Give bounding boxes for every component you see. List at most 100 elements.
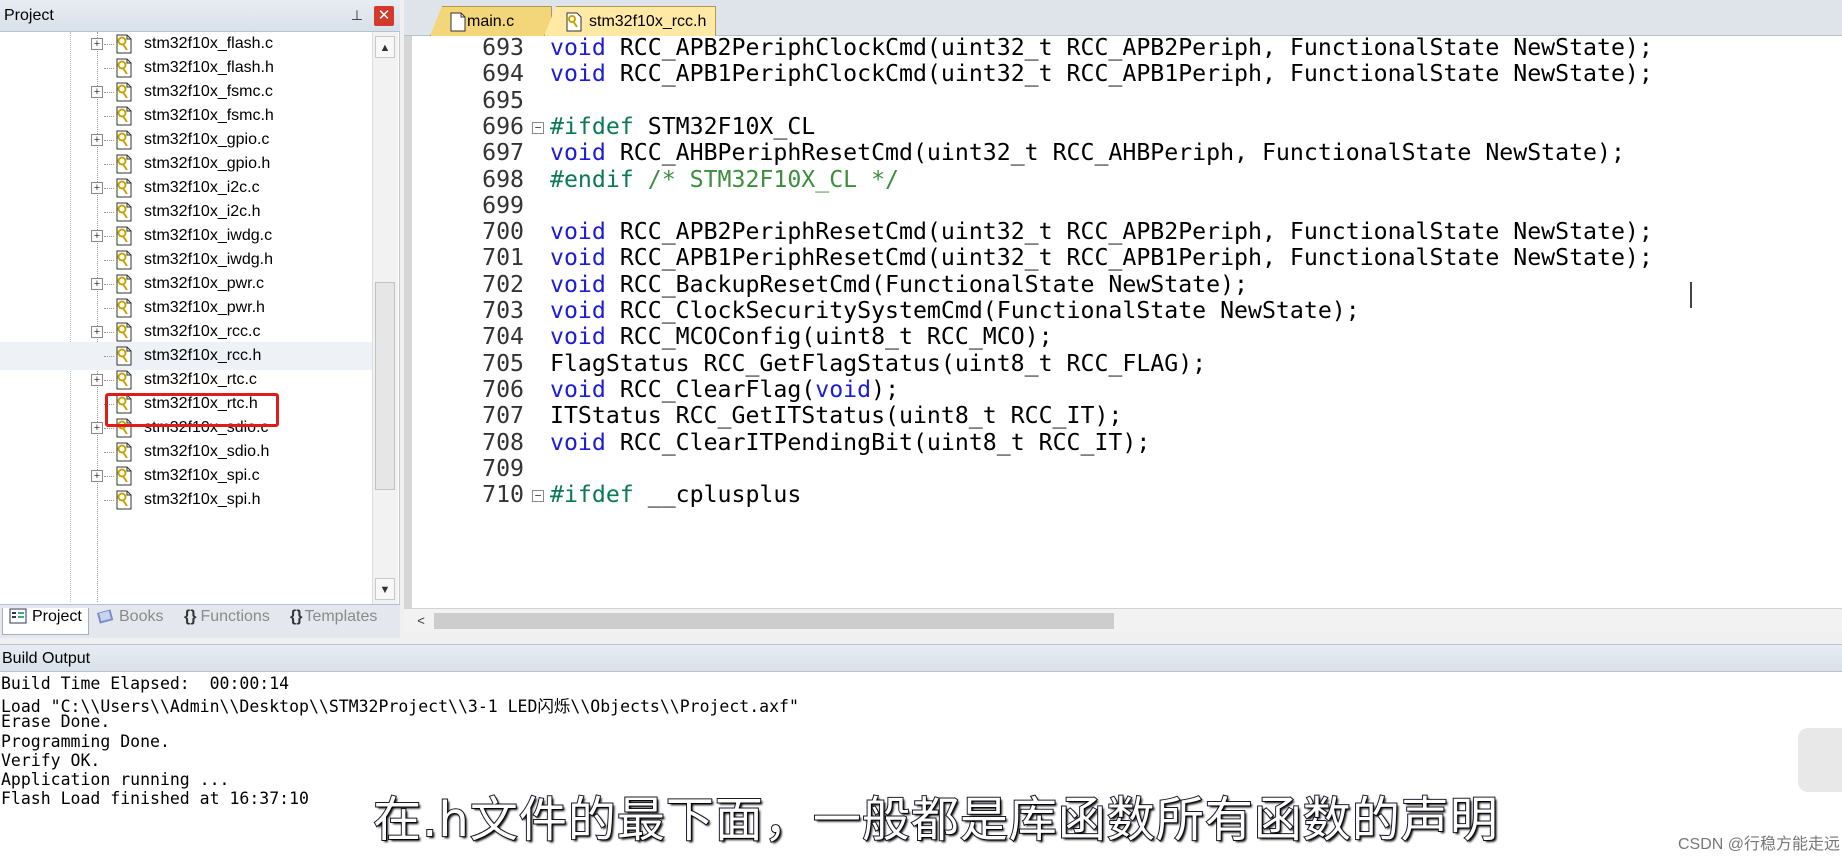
line-number: 705 <box>482 349 524 377</box>
code-token: RCC_APB2PeriphResetCmd(uint32_t RCC_APB2… <box>619 218 1653 246</box>
code-token: RCC_APB2PeriphClockCmd(uint32_t RCC_APB2… <box>619 36 1653 61</box>
header-file-icon <box>566 12 582 32</box>
tree-item-label: stm32f10x_i2c.h <box>144 203 261 220</box>
source-file-icon <box>116 154 132 174</box>
editor-tab-bar: main.c stm32f10x_rcc.h <box>404 0 1842 36</box>
tab-templates[interactable]: {} Templates <box>290 608 377 634</box>
tree-connector <box>104 140 114 141</box>
tab-main-c[interactable]: main.c <box>430 6 552 36</box>
tree-connector <box>104 236 114 237</box>
scroll-up-icon[interactable]: ▲ <box>375 36 395 58</box>
file-icon <box>450 12 466 32</box>
line-number: 707 <box>482 402 524 430</box>
expand-icon[interactable]: + <box>91 278 103 290</box>
source-file-icon <box>116 298 132 318</box>
scroll-down-icon[interactable]: ▼ <box>375 578 395 600</box>
tree-item-file[interactable]: stm32f10x_spi.h <box>0 486 372 514</box>
code-token: RCC_ClearFlag( <box>619 375 816 403</box>
code-token: void <box>550 297 606 324</box>
functions-icon: {} <box>184 608 197 625</box>
line-number: 710 <box>482 481 524 509</box>
tree-item-label: stm32f10x_iwdg.c <box>144 227 273 244</box>
tree-item-label: stm32f10x_pwr.c <box>144 275 265 292</box>
code-token: /* STM32F10X_CL */ <box>647 165 900 193</box>
fold-toggle-icon[interactable]: − <box>532 121 544 134</box>
code-token: void <box>550 428 606 456</box>
tab-functions[interactable]: {} Functions <box>184 608 270 634</box>
expand-icon[interactable]: + <box>91 470 103 482</box>
close-icon[interactable]: ✕ <box>374 6 394 26</box>
tab-stm32f10x-rcc-h[interactable]: stm32f10x_rcc.h <box>544 6 716 36</box>
tree-connector <box>104 476 114 477</box>
tree-connector <box>104 92 114 93</box>
tree-item-label: stm32f10x_pwr.h <box>144 299 265 316</box>
tree-item-label: stm32f10x_rcc.h <box>144 347 262 364</box>
line-number: 694 <box>482 60 524 88</box>
code-editor[interactable]: 693 void RCC_APB2PeriphClockCmd(uint32_t … <box>404 36 1842 608</box>
tree-connector <box>104 260 114 261</box>
source-file-icon <box>116 130 132 150</box>
code-token: void <box>550 244 606 272</box>
scroll-thumb[interactable] <box>434 613 1114 629</box>
tree-connector <box>104 188 114 189</box>
expand-icon[interactable]: + <box>91 182 103 194</box>
tree-connector <box>104 284 114 285</box>
line-number: 698 <box>482 165 524 193</box>
source-file-icon <box>116 82 132 102</box>
line-number: 702 <box>482 270 524 298</box>
tab-project[interactable]: Project <box>2 608 89 635</box>
line-number: 703 <box>482 297 524 324</box>
tab-stm32f10x-rcc-h-label: stm32f10x_rcc.h <box>589 13 707 30</box>
code-token: void <box>550 60 606 88</box>
editor-horizontal-scrollbar[interactable]: < <box>404 608 1842 632</box>
tree-item-label: stm32f10x_flash.c <box>144 35 273 52</box>
line-number: 695 <box>482 86 524 114</box>
line-number: 697 <box>482 139 524 167</box>
expand-icon[interactable]: + <box>91 326 103 338</box>
code-text: void RCC_MCOConfig(uint8_t RCC_MCO); <box>550 323 1053 350</box>
code-line: 710− #ifdef __cplusplus <box>412 481 1842 512</box>
code-text: void RCC_AHBPeriphResetCmd(uint32_t RCC_… <box>550 139 1625 166</box>
source-file-icon <box>116 442 132 462</box>
expand-icon[interactable]: + <box>91 230 103 242</box>
project-icon <box>9 608 27 624</box>
code-text: void RCC_APB2PeriphClockCmd(uint32_t RCC… <box>550 36 1653 61</box>
code-token: void <box>550 270 606 298</box>
code-text: void RCC_BackupResetCmd(FunctionalState … <box>550 271 1248 298</box>
tree-scrollbar[interactable]: ▲ ▼ <box>372 32 398 604</box>
tree-connector <box>104 164 114 165</box>
scroll-left-icon[interactable]: < <box>412 611 430 631</box>
video-subtitle: 在.h文件的最下面，一般都是库函数所有函数的声明 <box>372 791 1499 849</box>
code-text: #ifdef STM32F10X_CL <box>550 113 815 140</box>
expand-icon[interactable]: + <box>91 86 103 98</box>
code-token: void <box>550 323 606 351</box>
code-token: void <box>550 218 606 246</box>
tree-item-label: stm32f10x_gpio.h <box>144 155 271 172</box>
line-number: 706 <box>482 375 524 403</box>
watermark: CSDN @行稳方能走远 <box>1677 836 1840 853</box>
code-token: RCC_ClearITPendingBit(uint8_t RCC_IT); <box>619 428 1151 456</box>
tree-connector <box>104 452 114 453</box>
tab-functions-label: Functions <box>200 608 270 625</box>
tree-item-label: stm32f10x_fsmc.h <box>144 107 274 124</box>
code-text: void RCC_ClockSecuritySystemCmd(Function… <box>550 297 1360 324</box>
code-token: void <box>550 139 606 167</box>
expand-icon[interactable]: + <box>91 374 103 386</box>
expand-icon[interactable]: + <box>91 38 103 50</box>
expand-icon[interactable]: + <box>91 134 103 146</box>
line-number: 699 <box>482 191 524 219</box>
project-panel-title: Project <box>4 7 54 24</box>
source-file-icon <box>116 178 132 198</box>
fold-toggle-icon[interactable]: − <box>532 490 544 503</box>
pin-icon[interactable]: ⊥ <box>348 6 366 24</box>
source-file-icon <box>116 466 132 486</box>
scroll-thumb[interactable] <box>375 282 395 490</box>
tree-connector <box>104 356 114 357</box>
tab-books[interactable]: Books <box>96 608 163 634</box>
line-number: 704 <box>482 323 524 351</box>
tab-project-label: Project <box>32 608 82 625</box>
code-text: void RCC_APB2PeriphResetCmd(uint32_t RCC… <box>550 218 1653 245</box>
expand-icon[interactable]: + <box>91 422 103 434</box>
tree-item-label: stm32f10x_spi.h <box>144 491 261 508</box>
code-token: void <box>550 36 606 61</box>
